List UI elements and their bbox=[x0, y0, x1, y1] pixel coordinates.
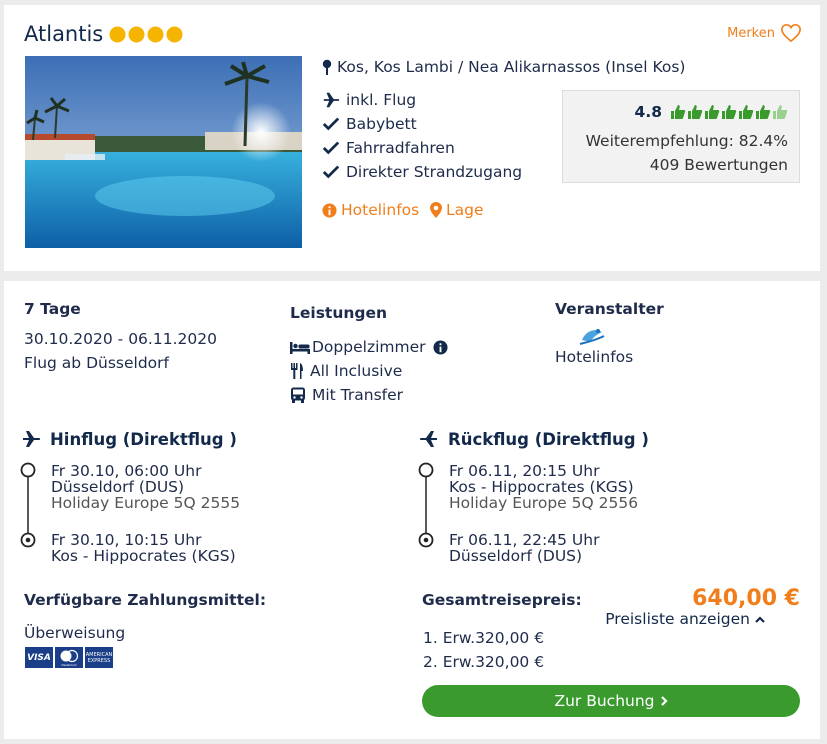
hinflug-timeline bbox=[20, 462, 36, 548]
map-pin-icon bbox=[322, 59, 332, 75]
hotelinfos-link[interactable]: Hotelinfos bbox=[322, 201, 419, 219]
thumb-up-icon bbox=[722, 105, 737, 119]
hinflug-arr-airport: Kos - Hippocrates (KGS) bbox=[51, 547, 236, 565]
thumbs-rating bbox=[670, 104, 788, 120]
leistung-label: All Inclusive bbox=[310, 362, 403, 380]
star-icon bbox=[166, 26, 183, 42]
card-logos: VISA MasterCard AMERICAN EXPRESS bbox=[25, 647, 113, 668]
rating-box[interactable]: 4.8 Weiterempfehlung: 82.4% 409 Bewertun… bbox=[562, 90, 800, 183]
plane-icon bbox=[323, 92, 340, 108]
feature-item: Fahrradfahren bbox=[322, 139, 455, 157]
star-icon bbox=[128, 26, 145, 42]
plane-return-icon bbox=[419, 431, 437, 447]
rueckflug-timeline bbox=[418, 462, 434, 548]
thumb-up-icon bbox=[705, 105, 720, 119]
check-icon bbox=[322, 141, 340, 155]
booking-button[interactable]: Zur Buchung bbox=[422, 685, 800, 717]
hinflug-header: Hinflug (Direktflug ) bbox=[20, 429, 237, 449]
leistungen-title: Leistungen bbox=[290, 304, 388, 322]
thumb-up-icon bbox=[739, 105, 754, 119]
trip-duration: 7 Tage bbox=[24, 300, 81, 318]
amex-logo: AMERICAN EXPRESS bbox=[85, 647, 113, 668]
hotel-name[interactable]: Atlantis bbox=[24, 22, 103, 46]
star-icon bbox=[147, 26, 164, 42]
feature-label: inkl. Flug bbox=[346, 91, 417, 109]
feature-item: inkl. Flug bbox=[322, 91, 416, 109]
rueckflug-airline: Holiday Europe 5Q 2556 bbox=[449, 494, 639, 512]
trip-departure: Flug ab Düsseldorf bbox=[24, 354, 169, 372]
cutlery-icon bbox=[291, 363, 303, 379]
lage-label: Lage bbox=[446, 201, 484, 219]
hotel-image[interactable] bbox=[25, 56, 302, 248]
payment-title: Verfügbare Zahlungsmittel: bbox=[24, 591, 267, 609]
feature-label: Babybett bbox=[346, 115, 417, 133]
leistung-label: Mit Transfer bbox=[312, 386, 404, 404]
hotel-header: Atlantis bbox=[24, 22, 183, 46]
hotelinfos-label: Hotelinfos bbox=[341, 201, 420, 219]
plane-icon bbox=[23, 431, 41, 447]
hotel-card: Atlantis Merken Kos, Kos Lambi / Nea Ali… bbox=[4, 5, 820, 271]
rating-score: 4.8 bbox=[634, 103, 662, 121]
feature-label: Direkter Strandzugang bbox=[346, 163, 523, 181]
check-icon bbox=[322, 117, 340, 131]
mastercard-logo-text: MasterCard bbox=[61, 664, 77, 667]
merken-label: Merken bbox=[727, 25, 775, 41]
trip-dates: 30.10.2020 - 06.11.2020 bbox=[24, 330, 217, 348]
chevron-right-icon bbox=[660, 696, 668, 706]
thumb-up-half-icon bbox=[773, 105, 788, 119]
veranstalter-hotelinfos-link[interactable]: Hotelinfos bbox=[555, 348, 633, 366]
hinflug-airline: Holiday Europe 5Q 2555 bbox=[51, 494, 241, 512]
rating-score-row: 4.8 bbox=[635, 103, 788, 121]
feature-item: Direkter Strandzugang bbox=[322, 163, 522, 181]
lage-link[interactable]: Lage bbox=[430, 201, 484, 219]
leistung-label: Doppelzimmer bbox=[312, 338, 426, 356]
merken-button[interactable]: Merken bbox=[727, 23, 802, 43]
veranstalter-title: Veranstalter bbox=[555, 300, 664, 318]
price-title: Gesamtreisepreis: bbox=[422, 591, 582, 609]
info-icon bbox=[322, 202, 337, 218]
leistung-item: Doppelzimmer bbox=[290, 338, 448, 356]
visa-logo-text: VISA bbox=[27, 652, 51, 663]
info-icon[interactable] bbox=[432, 339, 448, 355]
star-icon bbox=[109, 26, 126, 42]
mastercard-logo: MasterCard bbox=[55, 647, 83, 668]
payment-method: Überweisung bbox=[24, 624, 126, 642]
total-price: 640,00 € bbox=[692, 586, 800, 611]
location-text: Kos, Kos Lambi / Nea Alikarnassos (Insel… bbox=[337, 58, 686, 76]
leistung-item: Mit Transfer bbox=[290, 386, 403, 404]
rueckflug-title: Rückflug (Direktflug ) bbox=[448, 429, 649, 449]
rueckflug-arr-airport: Düsseldorf (DUS) bbox=[449, 547, 583, 565]
check-icon bbox=[322, 165, 340, 179]
recommendation-text: Weiterempfehlung: 82.4% bbox=[585, 132, 788, 150]
feature-label: Fahrradfahren bbox=[346, 139, 455, 157]
rueckflug-header: Rückflug (Direktflug ) bbox=[418, 429, 649, 449]
amex-logo-text: AMERICAN EXPRESS bbox=[85, 651, 113, 664]
reviews-count: 409 Bewertungen bbox=[649, 156, 788, 174]
chevron-up-icon bbox=[755, 615, 765, 623]
leistung-item: All Inclusive bbox=[290, 362, 402, 380]
bus-icon bbox=[291, 387, 305, 403]
preisliste-link[interactable]: Preisliste anzeigen bbox=[605, 610, 765, 628]
hinflug-title: Hinflug (Direktflug ) bbox=[50, 429, 237, 449]
map-marker-icon bbox=[430, 202, 442, 218]
preisliste-label: Preisliste anzeigen bbox=[605, 610, 750, 628]
operator-logo bbox=[579, 329, 605, 345]
feature-item: Babybett bbox=[322, 115, 417, 133]
heart-icon bbox=[781, 23, 801, 43]
thumb-up-icon bbox=[671, 105, 686, 119]
star-rating bbox=[109, 26, 183, 43]
thumb-up-icon bbox=[756, 105, 771, 119]
visa-logo: VISA bbox=[25, 647, 53, 668]
offer-card: 7 Tage 30.10.2020 - 06.11.2020 Flug ab D… bbox=[4, 281, 820, 739]
price-line: 1. Erw.320,00 € bbox=[423, 629, 545, 647]
location-row: Kos, Kos Lambi / Nea Alikarnassos (Insel… bbox=[322, 58, 685, 76]
price-line: 2. Erw.320,00 € bbox=[423, 653, 545, 671]
thumb-up-icon bbox=[688, 105, 703, 119]
bed-icon bbox=[290, 342, 310, 354]
booking-button-label: Zur Buchung bbox=[554, 692, 655, 710]
